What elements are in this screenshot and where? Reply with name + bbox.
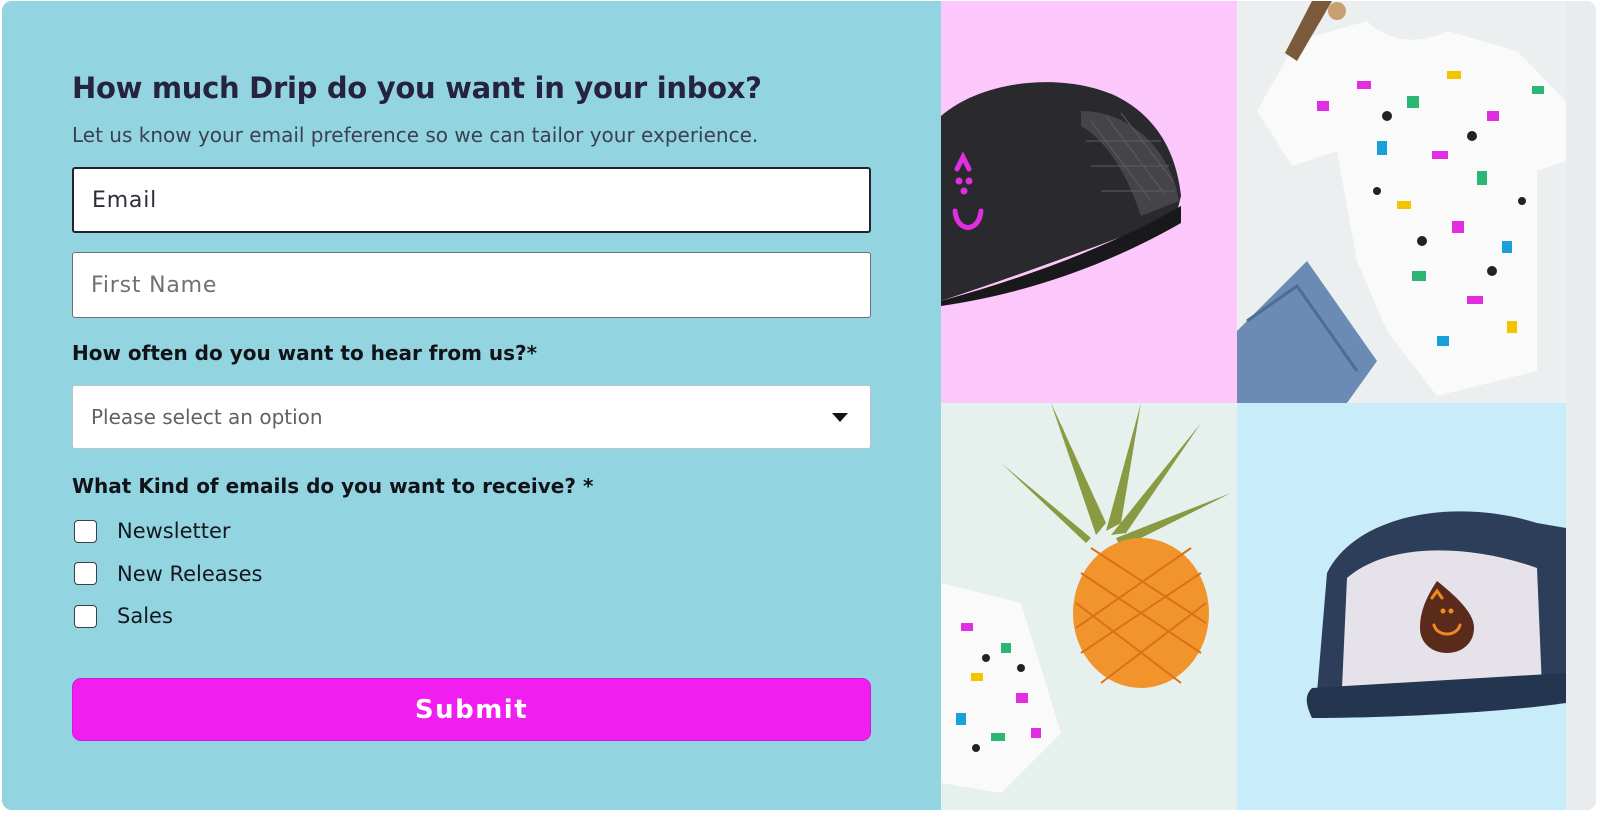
email-kinds-question-label: What Kind of emails do you want to recei…	[72, 474, 594, 498]
sales-checkbox[interactable]	[74, 604, 97, 628]
product-gallery	[941, 1, 1596, 810]
pineapple-mug-photo	[941, 403, 1237, 810]
printed-tshirt-photo	[1237, 1, 1566, 403]
email-field[interactable]	[72, 167, 871, 233]
option-sales[interactable]: Sales	[72, 595, 871, 638]
new-releases-label: New Releases	[117, 561, 263, 586]
sales-label: Sales	[117, 604, 173, 629]
frequency-select[interactable]: Please select an option	[72, 385, 871, 449]
chevron-down-icon	[832, 412, 848, 422]
form-title: How much Drip do you want in your inbox?	[72, 71, 762, 105]
black-cap-photo	[941, 1, 1237, 403]
email-kinds-options: Newsletter New Releases Sales	[72, 510, 871, 638]
signup-card: How much Drip do you want in your inbox?…	[2, 1, 1596, 810]
new-releases-checkbox[interactable]	[74, 562, 97, 586]
form-panel: How much Drip do you want in your inbox?…	[2, 1, 941, 810]
form-subtitle: Let us know your email preference so we …	[72, 123, 759, 147]
frequency-question-label: How often do you want to hear from us?*	[72, 341, 538, 365]
option-new-releases[interactable]: New Releases	[72, 553, 871, 596]
first-name-field[interactable]	[72, 252, 871, 318]
navy-cap-photo	[1237, 403, 1566, 810]
frequency-select-value: Please select an option	[91, 405, 323, 429]
newsletter-checkbox[interactable]	[74, 519, 97, 543]
submit-button[interactable]: Submit	[72, 678, 871, 741]
newsletter-label: Newsletter	[117, 519, 231, 544]
option-newsletter[interactable]: Newsletter	[72, 510, 871, 553]
